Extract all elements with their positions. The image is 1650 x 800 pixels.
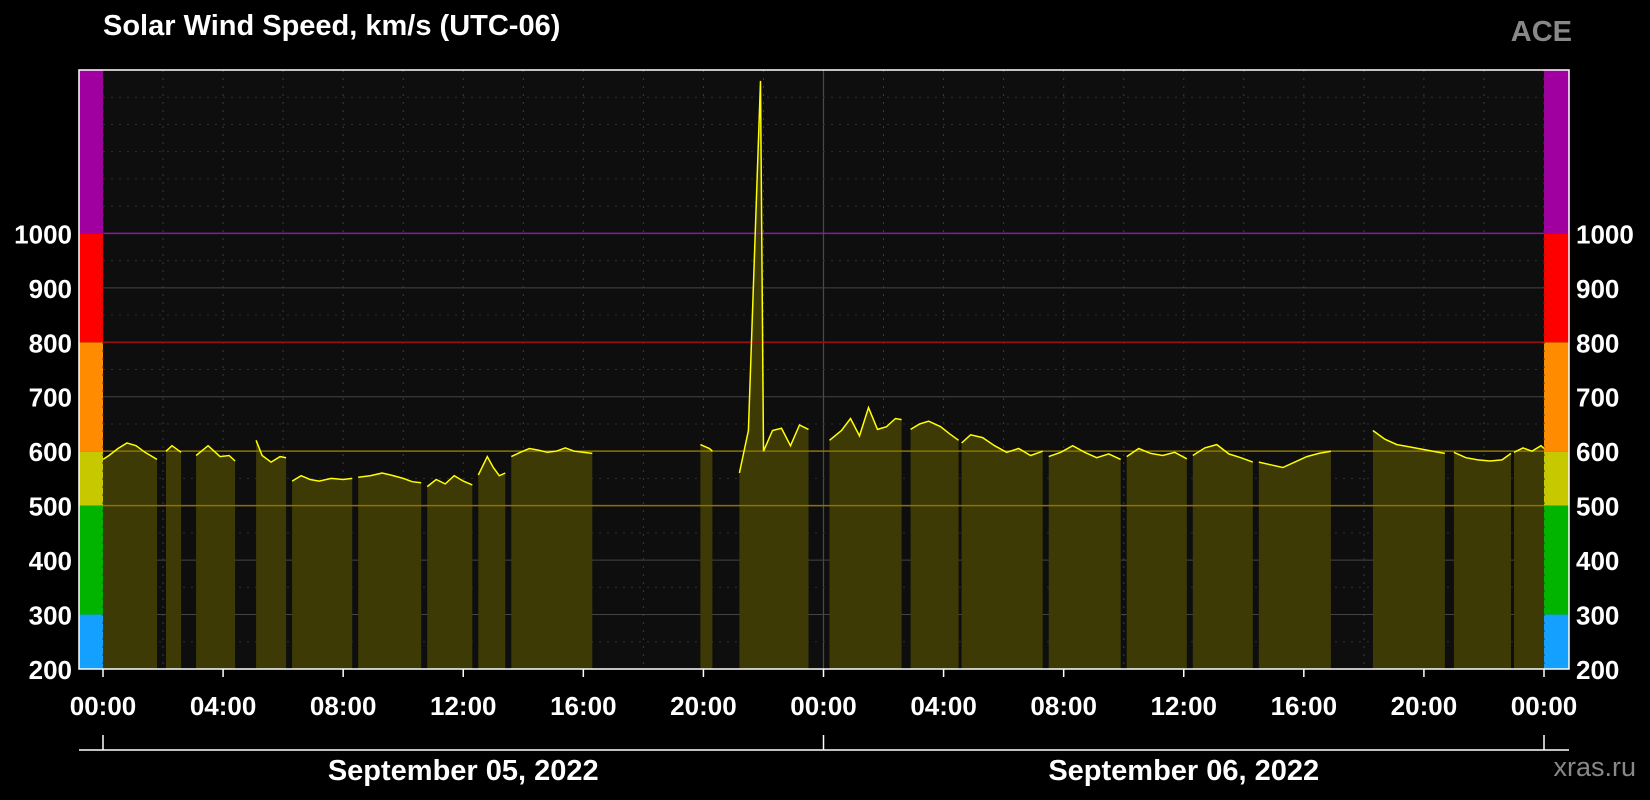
y-tick-label: 500 <box>29 492 72 522</box>
x-tick-label: 00:00 <box>70 691 137 721</box>
speed-area-segment <box>910 421 959 669</box>
speed-area-segment <box>829 407 902 669</box>
scale-bands-left <box>79 70 103 669</box>
x-tick-label: 16:00 <box>550 691 617 721</box>
scale-band <box>79 342 103 452</box>
scale-band <box>1544 342 1569 452</box>
x-axis: 00:00 04:00 08:00 12:00 16:00 20:00 00:00 04:00… <box>70 669 1578 721</box>
speed-area-segment <box>1048 445 1121 669</box>
scale-band <box>1544 233 1569 343</box>
y-tick-label: 600 <box>29 437 72 467</box>
x-tick-label: 08:00 <box>1030 691 1097 721</box>
scale-band <box>1544 614 1569 669</box>
scale-bands-right <box>1544 70 1569 669</box>
y-tick-label: 400 <box>1576 546 1619 576</box>
x-tick-label: 00:00 <box>1511 691 1578 721</box>
speed-area-segment <box>358 473 422 669</box>
speed-area-segment <box>1258 451 1331 669</box>
date-label: September 05, 2022 <box>328 755 599 787</box>
speed-area-segment <box>256 440 287 669</box>
speed-area-segment <box>511 447 593 669</box>
speed-area-segment <box>292 475 353 669</box>
y-tick-label: 300 <box>1576 601 1619 631</box>
y-tick-label: 800 <box>1576 328 1619 358</box>
y-tick-label: 1000 <box>1576 219 1634 249</box>
scale-band <box>79 505 103 615</box>
scale-band <box>79 614 103 669</box>
y-tick-label: 700 <box>1576 383 1619 413</box>
speed-area-segment <box>961 434 1043 669</box>
x-tick-label: 12:00 <box>430 691 497 721</box>
x-tick-label: 04:00 <box>910 691 977 721</box>
speed-area-segment <box>103 443 157 669</box>
x-tick-label: 20:00 <box>670 691 737 721</box>
y-tick-label: 800 <box>29 328 72 358</box>
y-tick-label: 600 <box>1576 437 1619 467</box>
scale-band <box>79 70 103 234</box>
x-tick-label: 20:00 <box>1391 691 1458 721</box>
y-tick-label: 400 <box>29 546 72 576</box>
x-tick-label: 12:00 <box>1151 691 1218 721</box>
x-tick-label: 16:00 <box>1271 691 1338 721</box>
scale-band <box>1544 505 1569 615</box>
speed-area-segment <box>1372 430 1445 669</box>
scale-band <box>1544 451 1569 506</box>
speed-area-segment <box>700 444 713 669</box>
y-tick-label: 900 <box>1576 274 1619 304</box>
speed-area-segment <box>427 475 473 669</box>
y-tick-label: 1000 <box>14 219 72 249</box>
x-tick-label: 00:00 <box>790 691 857 721</box>
date-axis: September 05, 2022 September 06, 2022 <box>79 735 1569 787</box>
speed-area-segment <box>196 445 236 669</box>
y-tick-label: 200 <box>29 655 72 685</box>
speed-area-segment <box>478 456 506 669</box>
y-tick-label: 900 <box>29 274 72 304</box>
y-tick-label: 300 <box>29 601 72 631</box>
y-tick-label: 200 <box>1576 655 1619 685</box>
x-tick-label: 04:00 <box>190 691 257 721</box>
speed-area-segment <box>1126 448 1187 669</box>
scale-band <box>1544 70 1569 234</box>
scale-band <box>79 451 103 506</box>
speed-area-segment <box>1453 452 1511 669</box>
x-tick-label: 08:00 <box>310 691 377 721</box>
scale-band <box>79 233 103 343</box>
speed-area-segment <box>1514 445 1544 669</box>
y-tick-label: 700 <box>29 383 72 413</box>
speed-area-segment <box>1192 444 1253 669</box>
y-tick-label: 500 <box>1576 492 1619 522</box>
speed-area-segment <box>166 445 182 669</box>
date-label: September 06, 2022 <box>1048 755 1319 787</box>
solar-wind-chart: 200 200 300 300 400 400 500 500 600 600 700 700 800 8… <box>14 69 1634 787</box>
